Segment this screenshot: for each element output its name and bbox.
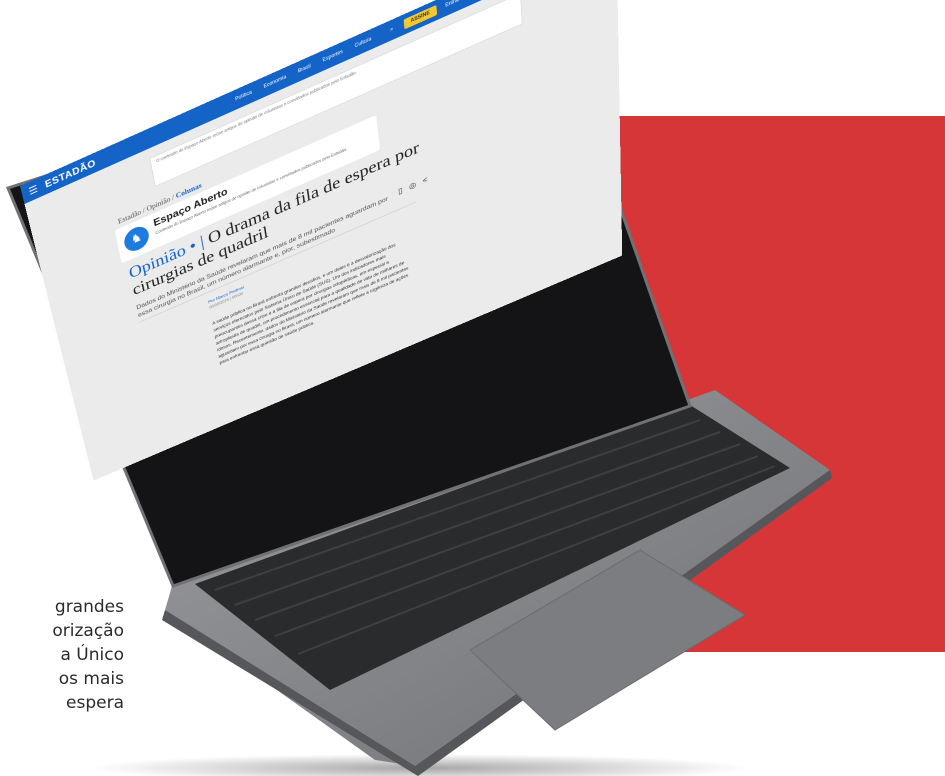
nav-item[interactable]: Política: [235, 90, 252, 102]
share-icon[interactable]: <: [422, 176, 427, 186]
gift-icon[interactable]: ◎: [409, 181, 417, 192]
nav-item[interactable]: Brasil: [298, 64, 311, 74]
login-button[interactable]: Entrar: [445, 0, 460, 9]
laptop: ☰ ESTADÃO Política Economia Brasil Espor…: [0, 0, 945, 776]
bookmark-icon[interactable]: ▯: [398, 186, 403, 196]
search-icon[interactable]: ⌕: [390, 26, 394, 34]
nav-item[interactable]: Economia: [263, 75, 286, 90]
section-logo-icon: ♞: [122, 222, 151, 255]
nav-item[interactable]: Esportes: [322, 49, 343, 63]
article-body: A saúde pública no Brasil enfrenta grand…: [212, 243, 409, 366]
nav-item[interactable]: Cultura: [354, 37, 371, 49]
menu-icon[interactable]: ☰: [27, 182, 41, 197]
